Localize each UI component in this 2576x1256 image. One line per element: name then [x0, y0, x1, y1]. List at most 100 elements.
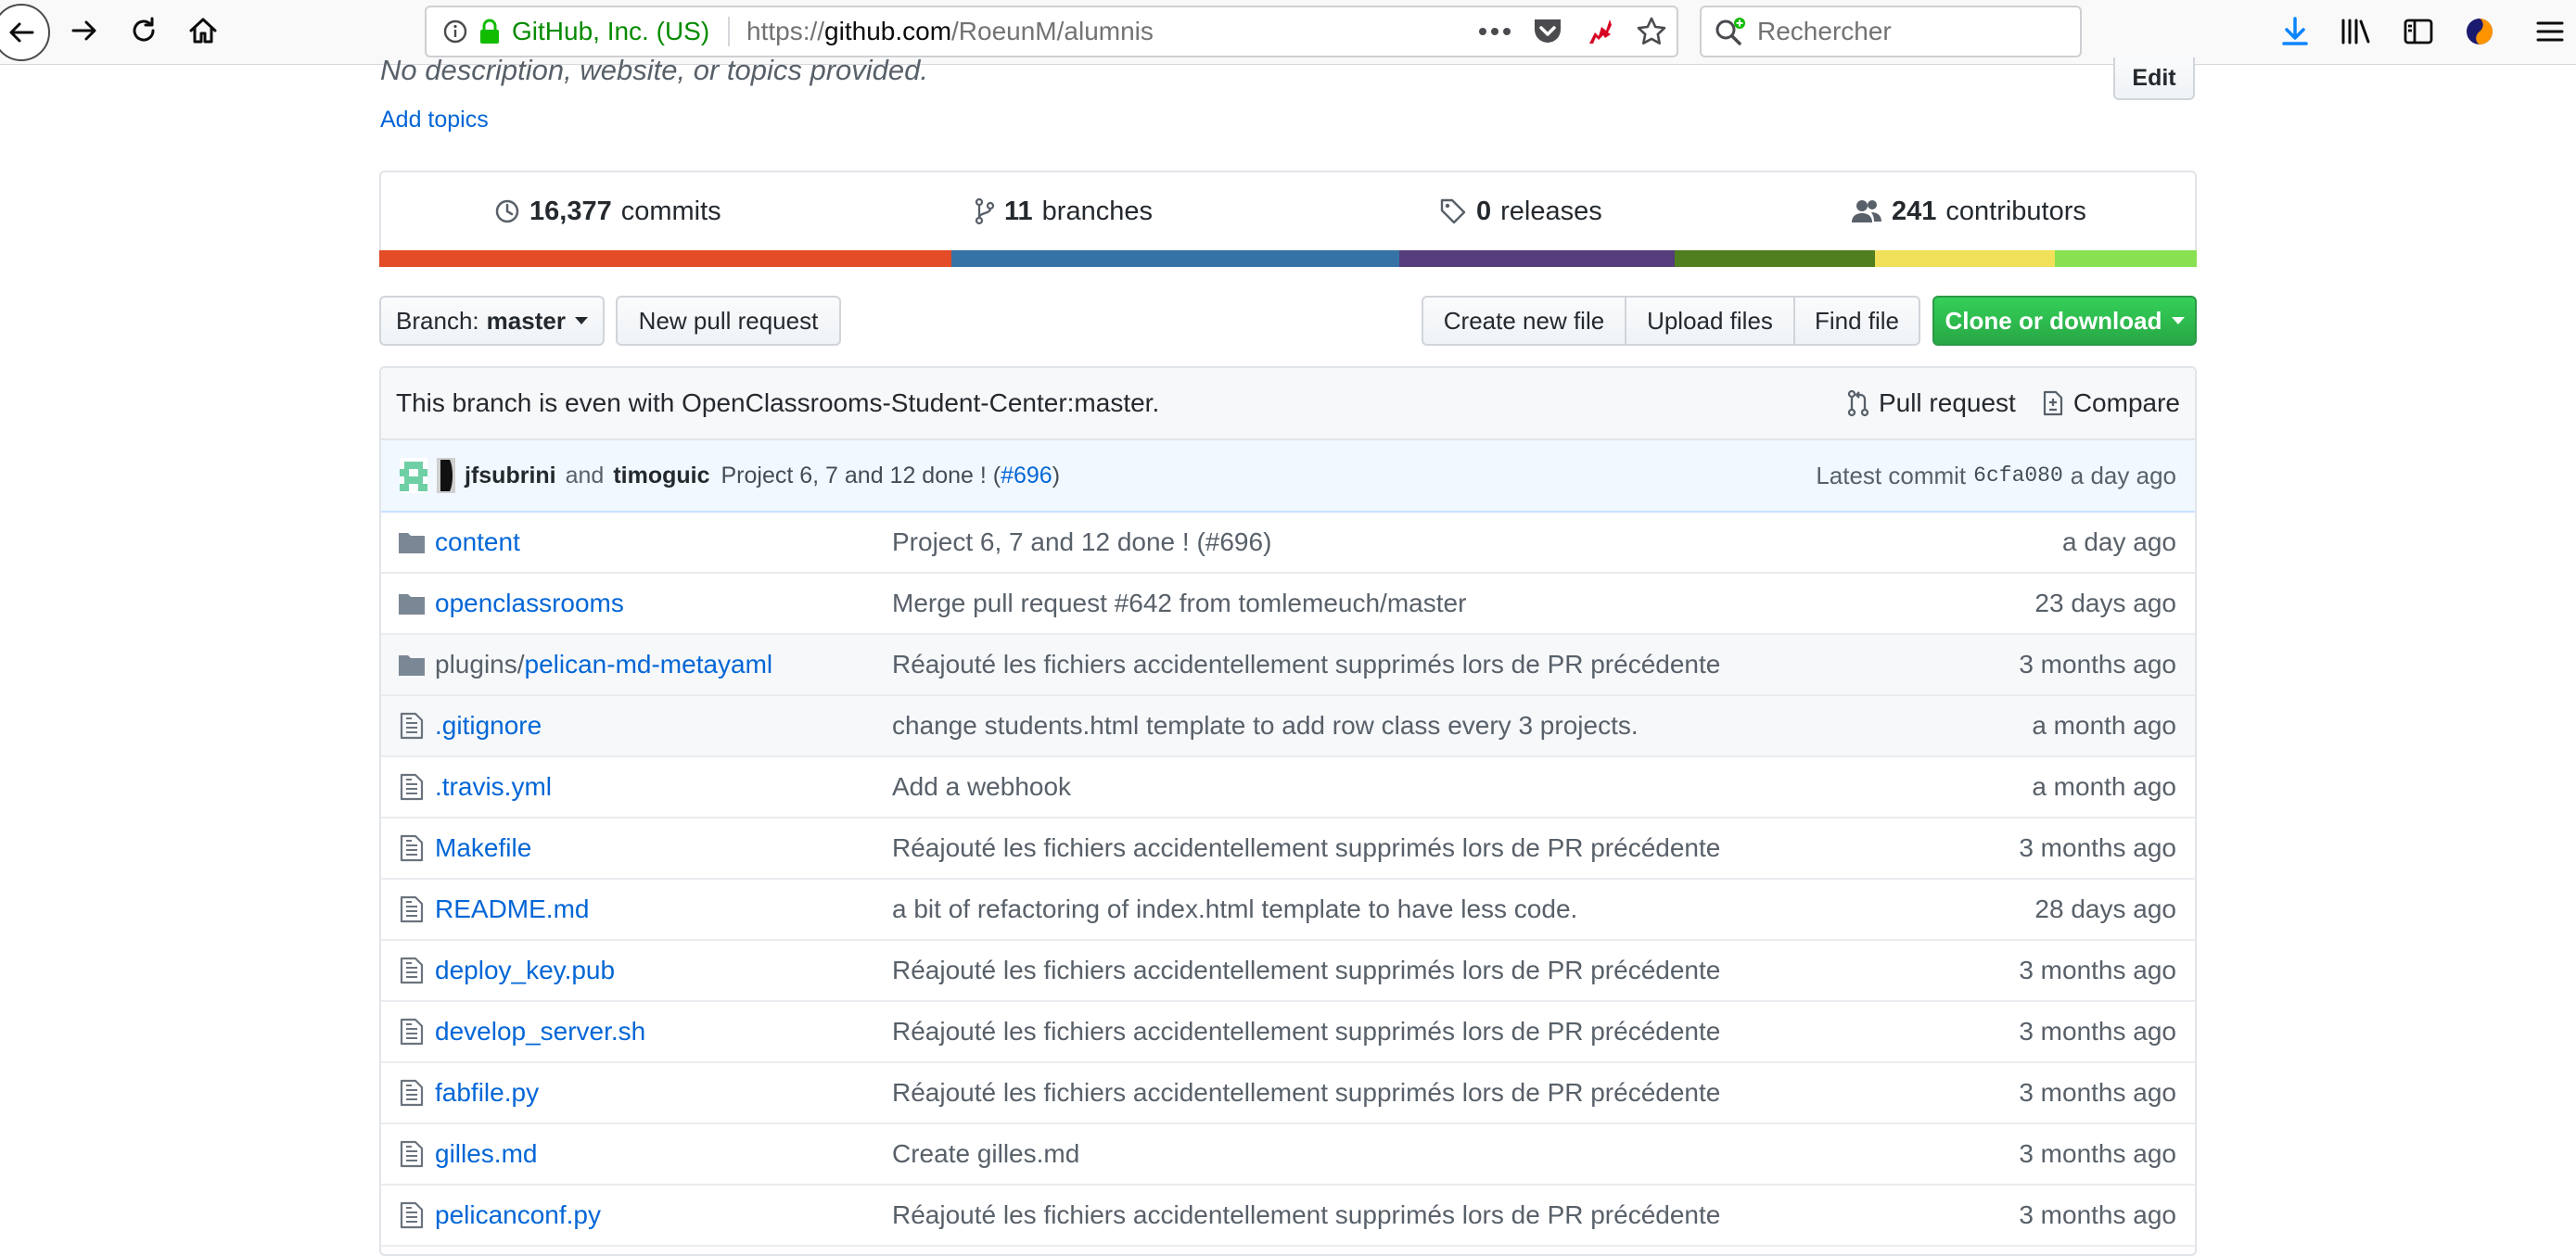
file-name-link[interactable]: .gitignore: [435, 696, 542, 755]
language-bar[interactable]: [379, 250, 2197, 267]
site-identity-label: GitHub, Inc. (US): [512, 17, 710, 45]
contributors-link[interactable]: 241 contributors: [1851, 172, 2086, 250]
commit-close-paren: ): [1052, 462, 1061, 488]
commit-author-1[interactable]: jfsubrini: [465, 463, 556, 489]
file-commit-age: 3 months ago: [2019, 833, 2176, 862]
url-bar[interactable]: GitHub, Inc. (US) https://github.com/Roe…: [425, 6, 1678, 57]
avatar[interactable]: [437, 458, 455, 493]
file-commit-message[interactable]: Réajouté les fichiers accidentellement s…: [892, 941, 1720, 1000]
file-name[interactable]: gilles.md: [435, 1139, 537, 1168]
file-commit-message[interactable]: change students.html template to add row…: [892, 696, 1639, 755]
file-commit-message[interactable]: Réajouté les fichiers accidentellement s…: [892, 818, 1720, 878]
search-bar[interactable]: Rechercher: [1700, 6, 2082, 57]
git-branch-icon: [975, 197, 995, 225]
file-name[interactable]: openclassrooms: [435, 589, 624, 617]
file-name[interactable]: .gitignore: [435, 711, 542, 740]
branch-prefix: Branch:: [396, 306, 479, 335]
commits-link[interactable]: 16,377 commits: [494, 172, 721, 250]
avatar[interactable]: [400, 458, 427, 493]
file-name[interactable]: deploy_key.pub: [435, 956, 615, 984]
file-list-box: This branch is even with OpenClassrooms-…: [379, 366, 2197, 1256]
commit-message-text: Project 6, 7 and 12 done ! (: [721, 462, 1001, 488]
hamburger-menu-icon[interactable]: [2536, 19, 2564, 44]
commit-sha-link[interactable]: 6cfa080: [1973, 463, 2063, 488]
file-name-link[interactable]: README.md: [435, 880, 589, 939]
file-name-link[interactable]: .travis.yml: [435, 757, 552, 817]
file-commit-message[interactable]: Add a webhook: [892, 757, 1071, 817]
home-button[interactable]: [176, 4, 230, 57]
file-commit-message[interactable]: Create gilles.md: [892, 1124, 1079, 1184]
commits-count: 16,377: [529, 196, 612, 226]
branches-link[interactable]: 11 branches: [975, 172, 1153, 250]
edit-button[interactable]: Edit: [2113, 57, 2195, 100]
branches-count: 11: [1004, 196, 1033, 226]
site-identity[interactable]: GitHub, Inc. (US): [443, 7, 709, 56]
file-name-link[interactable]: develop_server.sh: [435, 1002, 645, 1061]
clone-or-download-button[interactable]: Clone or download: [1932, 296, 2197, 346]
language-bar-segment[interactable]: [1398, 250, 1676, 267]
sidebar-icon[interactable]: [2404, 18, 2433, 45]
language-bar-segment[interactable]: [1675, 250, 1876, 267]
reload-button[interactable]: [117, 4, 171, 57]
file-name-link[interactable]: openclassrooms: [435, 574, 624, 633]
extension-icon[interactable]: [1584, 16, 1615, 47]
file-commit-message[interactable]: Réajouté les fichiers accidentellement s…: [892, 635, 1720, 694]
file-name-link[interactable]: deploy_key.pub: [435, 941, 615, 1000]
new-pull-request-button[interactable]: New pull request: [616, 296, 841, 346]
forward-button[interactable]: [57, 4, 111, 57]
pull-request-link[interactable]: Pull request: [1847, 388, 2016, 418]
file-icon: [398, 1018, 426, 1046]
commit-author-2[interactable]: timoguic: [613, 463, 709, 489]
upload-files-button[interactable]: Upload files: [1625, 296, 1795, 346]
sync-account-icon[interactable]: [2465, 17, 2494, 46]
file-commit-age: 3 months ago: [2019, 956, 2176, 984]
language-bar-segment[interactable]: [2055, 250, 2197, 267]
file-name-link[interactable]: pelicanconf.py: [435, 1186, 601, 1245]
file-commit-message[interactable]: Merge pull request #642 from tomlemeuch/…: [892, 574, 1466, 633]
file-commit-message[interactable]: Réajouté les fichiers accidentellement s…: [892, 1002, 1720, 1061]
latest-commit-bar: jfsubrini and timoguic Project 6, 7 and …: [381, 440, 2195, 513]
compare-link[interactable]: Compare: [2042, 388, 2180, 418]
pocket-icon[interactable]: [1532, 17, 1563, 46]
branch-select-button[interactable]: Branch: master: [379, 296, 605, 346]
bookmark-star-icon[interactable]: [1636, 16, 1667, 47]
language-bar-segment[interactable]: [379, 250, 952, 267]
file-name[interactable]: README.md: [435, 894, 589, 923]
file-name[interactable]: content: [435, 527, 520, 556]
language-bar-segment[interactable]: [1875, 250, 2056, 267]
find-file-button[interactable]: Find file: [1793, 296, 1920, 346]
table-row: Makefile Réajouté les fichiers accidentel…: [381, 818, 2195, 880]
url-text[interactable]: https://github.com/RoeunM/alumnis: [746, 7, 1154, 56]
file-commit-message[interactable]: Réajouté les fichiers accidentellement s…: [892, 1186, 1720, 1245]
file-name[interactable]: pelicanconf.py: [435, 1200, 601, 1229]
file-name-link[interactable]: gilles.md: [435, 1124, 537, 1184]
file-name-link[interactable]: fabfile.py: [435, 1063, 539, 1123]
file-commit-message[interactable]: Réajouté les fichiers accidentellement s…: [892, 1063, 1720, 1123]
language-bar-segment[interactable]: [951, 250, 1399, 267]
back-button[interactable]: [0, 4, 50, 61]
file-name-link[interactable]: content: [435, 513, 520, 572]
file-name-link[interactable]: plugins/pelican-md-metayaml: [435, 635, 772, 694]
file-name[interactable]: develop_server.sh: [435, 1017, 645, 1046]
releases-link[interactable]: 0 releases: [1439, 172, 1602, 250]
file-name[interactable]: Makefile: [435, 833, 531, 862]
add-topics-link[interactable]: Add topics: [380, 107, 489, 133]
file-commit-message[interactable]: Project 6, 7 and 12 done ! (#696): [892, 513, 1271, 572]
more-actions-icon[interactable]: [1478, 27, 1511, 36]
branch-status-message: This branch is even with OpenClassrooms-…: [396, 388, 1160, 417]
file-name-link[interactable]: Makefile: [435, 818, 531, 878]
file-icon: [398, 1201, 426, 1229]
file-name[interactable]: fabfile.py: [435, 1078, 539, 1107]
file-icon: [398, 895, 426, 923]
file-path-prefix[interactable]: plugins/: [435, 650, 525, 679]
pull-request-icon: [1847, 389, 1869, 417]
library-icon[interactable]: [2340, 18, 2372, 45]
info-icon: [443, 19, 467, 44]
create-new-file-button[interactable]: Create new file: [1422, 296, 1626, 346]
file-commit-message[interactable]: a bit of refactoring of index.html templ…: [892, 880, 1577, 939]
file-name[interactable]: .travis.yml: [435, 772, 552, 801]
download-icon[interactable]: [2281, 17, 2309, 46]
commit-pr-link[interactable]: #696: [1001, 463, 1052, 488]
file-name[interactable]: pelican-md-metayaml: [525, 650, 773, 679]
commit-message[interactable]: Project 6, 7 and 12 done ! (#696): [721, 463, 1061, 489]
